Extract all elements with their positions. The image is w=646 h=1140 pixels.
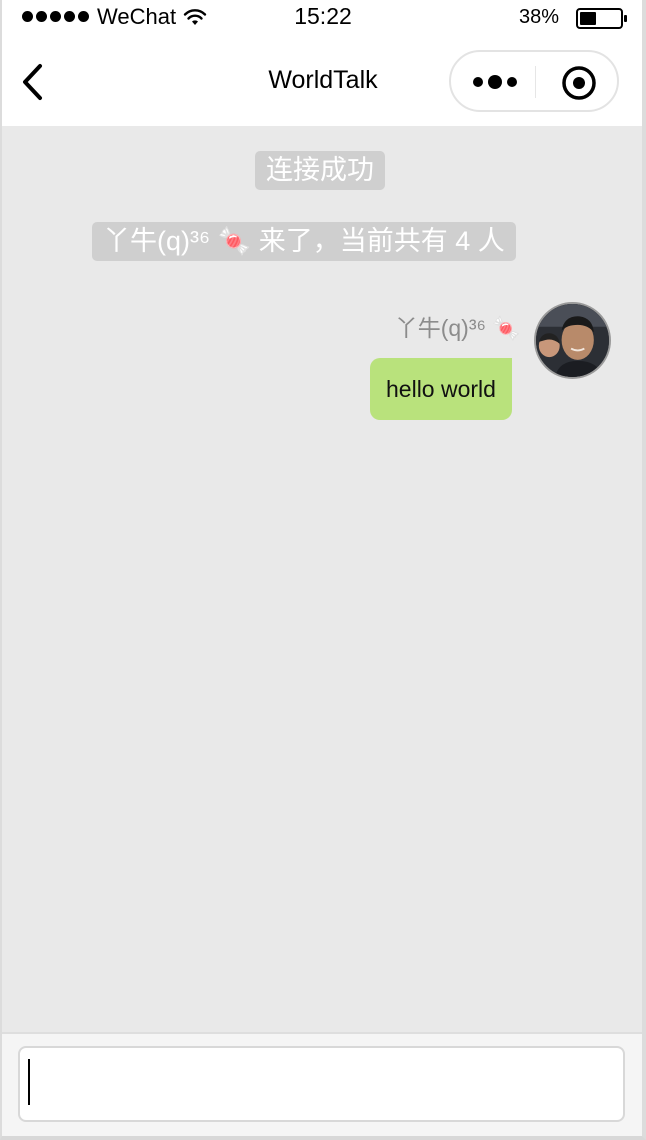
user-avatar[interactable]: [534, 302, 611, 379]
message-sender-name: 丫牛(q)³⁶ 🍬: [394, 315, 521, 341]
system-message-connected: 连接成功: [255, 151, 385, 190]
capsule-divider: [535, 66, 536, 98]
mini-program-capsule: [449, 50, 619, 112]
close-mini-program-icon[interactable]: [561, 65, 597, 101]
battery-icon: [576, 8, 627, 29]
status-bar: WeChat 15:22 38%: [0, 0, 646, 36]
battery-percentage: 38%: [519, 6, 560, 28]
message-input-bar: [0, 1032, 646, 1140]
more-options-icon[interactable]: [467, 64, 523, 100]
text-cursor: [28, 1059, 30, 1105]
chat-message-area[interactable]: 连接成功 丫牛(q)³⁶ 🍬 来了，当前共有 4 人 丫牛(q)³⁶ 🍬 hel…: [0, 126, 646, 1032]
message-bubble[interactable]: hello world: [370, 358, 512, 420]
message-input[interactable]: [18, 1046, 625, 1122]
system-message-join: 丫牛(q)³⁶ 🍬 来了，当前共有 4 人: [92, 222, 516, 261]
navigation-bar: WorldTalk: [0, 36, 646, 126]
